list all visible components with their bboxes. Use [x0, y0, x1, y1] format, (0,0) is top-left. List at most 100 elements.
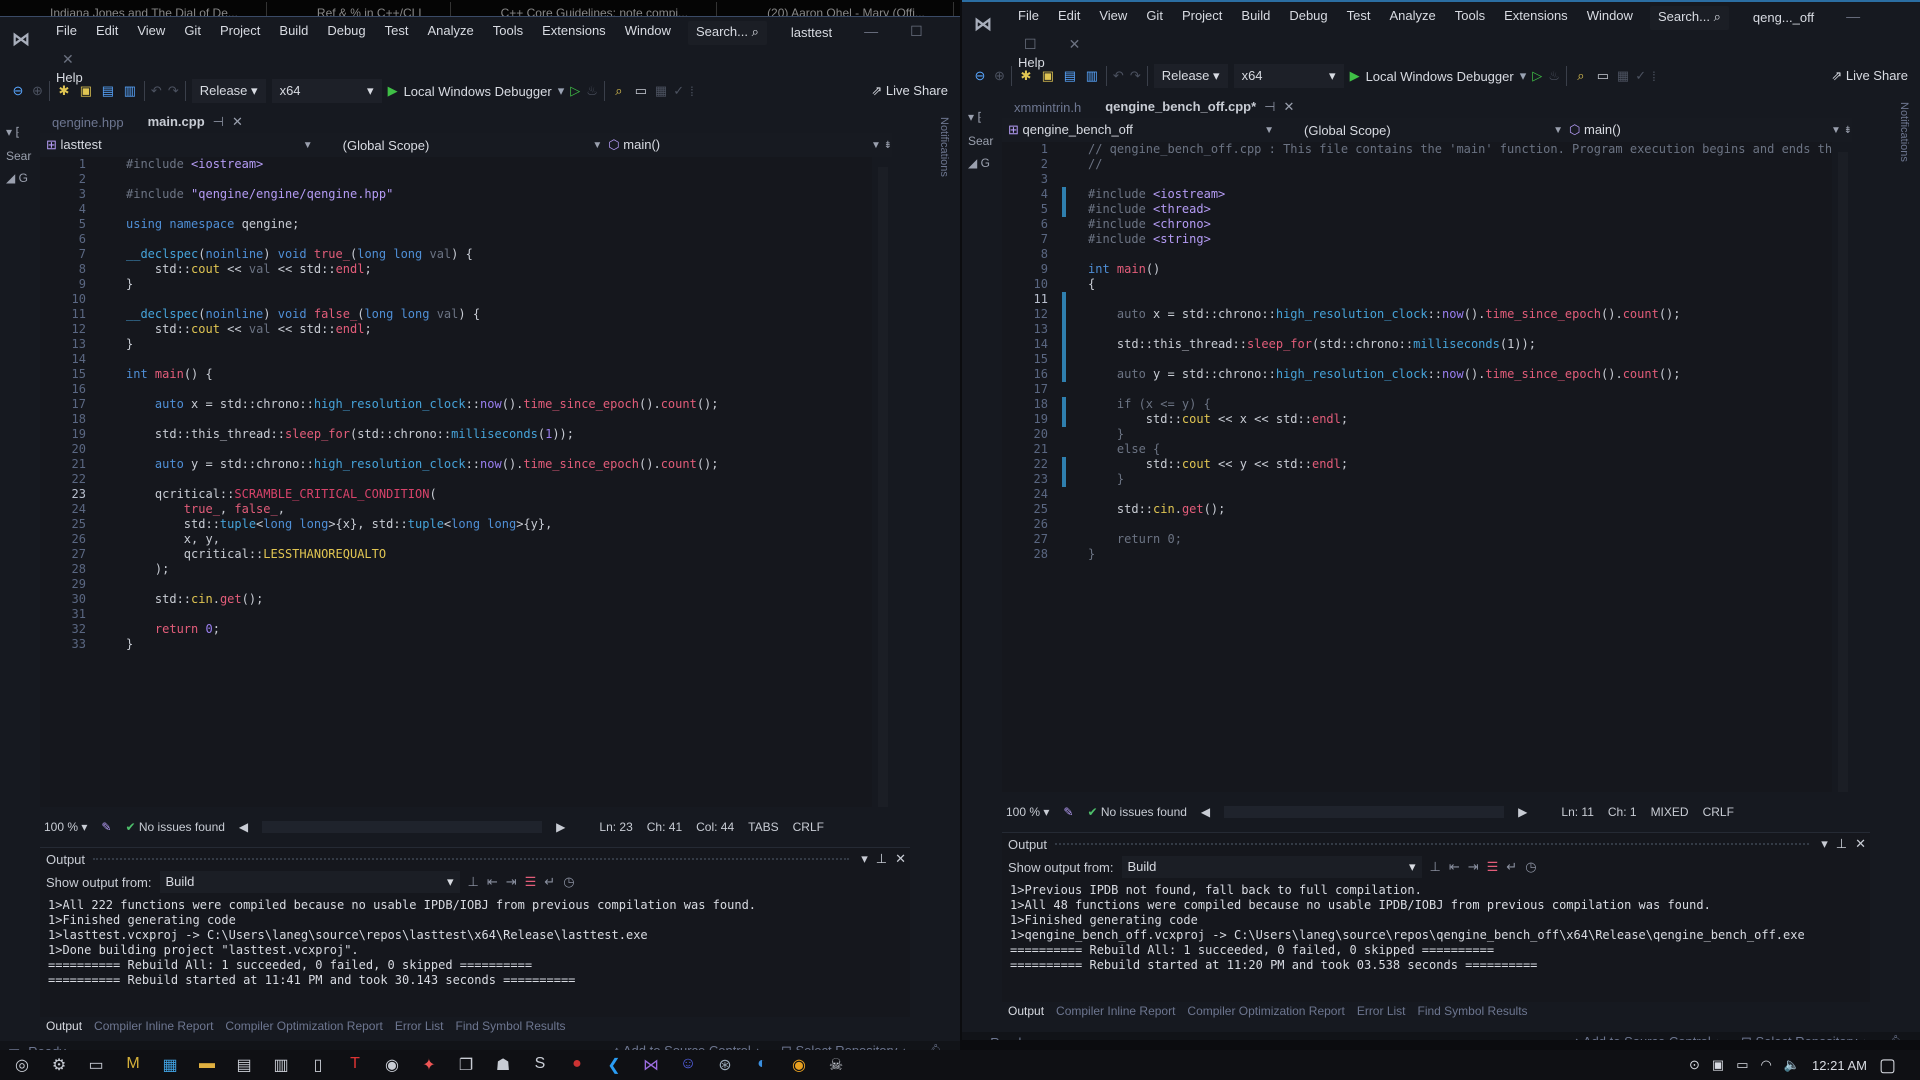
menu-window[interactable]: Window: [615, 17, 680, 43]
browser-tab[interactable]: Indiana Jones and The Dial of De...: [0, 2, 267, 16]
app-icon[interactable]: ◉: [380, 1055, 404, 1075]
tab-find-symbol-results[interactable]: Find Symbol Results: [456, 1019, 566, 1033]
volume-icon[interactable]: 🔈: [1784, 1057, 1800, 1073]
close-window-button[interactable]: ✕: [46, 45, 90, 68]
wifi-icon[interactable]: ◠: [1761, 1057, 1772, 1073]
chevron-down-icon[interactable]: ▾: [1817, 836, 1832, 852]
tab-compiler-inline-report[interactable]: Compiler Inline Report: [1056, 1004, 1175, 1018]
browser-tab[interactable]: C++ Core Guidelines: note compi...: [451, 2, 718, 16]
cortana-icon[interactable]: ◎: [10, 1055, 34, 1075]
menu-debug[interactable]: Debug: [317, 17, 374, 43]
app-red-icon[interactable]: ●: [565, 1055, 589, 1075]
back-icon[interactable]: ⊖: [10, 83, 26, 99]
select-repository-button[interactable]: ⊡ Select Repository ▴: [1741, 1034, 1868, 1040]
prev-message-icon[interactable]: ⇤: [1449, 859, 1460, 875]
next-message-icon[interactable]: ⇥: [506, 874, 517, 890]
notepad-icon[interactable]: ▯: [306, 1055, 330, 1075]
action-center-icon[interactable]: ▢: [1879, 1055, 1896, 1076]
battery-icon[interactable]: ▭: [1736, 1057, 1748, 1073]
calculator-icon[interactable]: ▥: [269, 1055, 293, 1075]
menu-tools[interactable]: Tools: [1445, 2, 1494, 28]
goto-icon[interactable]: ⊥: [1430, 859, 1441, 875]
menu-file[interactable]: File: [1008, 2, 1048, 28]
settings-icon[interactable]: ⚙: [47, 1055, 71, 1075]
timestamp-icon[interactable]: ◷: [1525, 859, 1536, 875]
zoom-dropdown[interactable]: 100 % ▾: [44, 820, 87, 834]
eol-indicator[interactable]: CRLF: [1703, 805, 1734, 819]
close-window-button[interactable]: ✕: [1053, 30, 1097, 53]
scope-dropdown[interactable]: (Global Scope) ▼: [313, 138, 603, 153]
app-t-icon[interactable]: T: [343, 1055, 367, 1075]
browser-tab[interactable]: (20) Aaron Ohel - Mary (Offi...: [717, 2, 954, 16]
output-source-dropdown[interactable]: Build ▾: [1121, 856, 1422, 878]
tab-output[interactable]: Output: [1008, 1004, 1044, 1018]
code-editor[interactable]: 1 // qengine_bench_off.cpp : This file co…: [1002, 142, 1832, 792]
menu-help[interactable]: Help: [1008, 53, 1920, 77]
intellicode-icon[interactable]: ✎: [1063, 805, 1073, 819]
output-text[interactable]: 1>Previous IPDB not found, fall back to …: [1002, 879, 1870, 977]
tab-error-list[interactable]: Error List: [395, 1019, 444, 1033]
output-text[interactable]: 1>All 222 functions were compiled becaus…: [40, 894, 910, 992]
pin-icon[interactable]: ⊥: [872, 851, 891, 867]
project-dropdown[interactable]: ⊞ qengine_bench_off ▼: [1002, 122, 1274, 138]
word-wrap-icon[interactable]: ↵: [1506, 859, 1517, 875]
chevron-down-icon[interactable]: ▾: [857, 851, 872, 867]
menu-edit[interactable]: Edit: [1048, 2, 1089, 28]
menu-debug[interactable]: Debug: [1279, 2, 1336, 28]
scroll-right-icon[interactable]: ▶: [556, 820, 565, 834]
menu-git[interactable]: Git: [1136, 2, 1172, 28]
editor-horizontal-scrollbar[interactable]: [262, 821, 543, 833]
tab-find-symbol-results[interactable]: Find Symbol Results: [1418, 1004, 1528, 1018]
indent-indicator[interactable]: TABS: [748, 820, 778, 834]
scroll-left-icon[interactable]: ◀: [1201, 805, 1210, 819]
terminal-icon[interactable]: ▭: [84, 1055, 108, 1075]
output-source-dropdown[interactable]: Build ▾: [159, 871, 460, 893]
word-wrap-icon[interactable]: ↵: [544, 874, 555, 890]
maximize-button[interactable]: ☐: [894, 17, 939, 40]
search-box[interactable]: Search... ⌕: [687, 21, 767, 45]
issues-indicator[interactable]: ✔ No issues found: [1087, 805, 1186, 819]
file-explorer-icon[interactable]: ▬: [195, 1055, 219, 1075]
notifications-bell-icon[interactable]: 🔔︎: [1887, 1034, 1904, 1040]
forward-icon[interactable]: ⊕: [994, 68, 1005, 84]
next-message-icon[interactable]: ⇥: [1468, 859, 1479, 875]
app-fire-icon[interactable]: ✦: [417, 1055, 441, 1075]
editor-horizontal-scrollbar[interactable]: [1224, 806, 1505, 818]
app-m-icon[interactable]: M: [121, 1055, 145, 1075]
minimize-button[interactable]: —: [848, 17, 894, 39]
notifications-tab[interactable]: Notifications: [938, 117, 950, 177]
notifications-tab[interactable]: Notifications: [1898, 102, 1910, 162]
line-indicator[interactable]: Ln: 11: [1561, 805, 1593, 819]
clear-all-icon[interactable]: ☰: [525, 874, 537, 890]
menu-view[interactable]: View: [127, 17, 174, 43]
monitor-icon[interactable]: ▤: [232, 1055, 256, 1075]
close-tab-icon[interactable]: ✕: [1283, 99, 1294, 114]
member-dropdown[interactable]: ⬡ main() ▼ ⇟: [1563, 122, 1852, 138]
solution-explorer-collapsed[interactable]: ▾ ⁅ Sear ◢ G: [6, 125, 36, 185]
visual-studio-icon[interactable]: ⋈: [639, 1055, 663, 1075]
menu-edit[interactable]: Edit: [86, 17, 127, 43]
menu-test[interactable]: Test: [375, 17, 418, 43]
menu-file[interactable]: File: [46, 17, 86, 43]
close-icon[interactable]: ✕: [1851, 836, 1870, 852]
tab-main-cpp[interactable]: main.cpp ⊣ ✕: [136, 111, 255, 133]
solution-explorer-collapsed[interactable]: ▾ ⁅ Sear ◢ G: [968, 110, 998, 170]
indent-indicator[interactable]: MIXED: [1651, 805, 1689, 819]
menu-test[interactable]: Test: [1337, 2, 1380, 28]
tab-qengine-hpp[interactable]: qengine.hpp: [40, 112, 136, 133]
menu-analyze[interactable]: Analyze: [417, 17, 482, 43]
pin-icon[interactable]: ⊥: [1832, 836, 1851, 852]
pin-icon[interactable]: ▾ ⁅: [968, 110, 998, 124]
browser-tab[interactable]: Ref & % in C++/CLI: [267, 2, 451, 16]
menu-view[interactable]: View: [1089, 2, 1136, 28]
discord-icon[interactable]: ☺: [676, 1055, 700, 1075]
menu-build[interactable]: Build: [269, 17, 317, 43]
close-icon[interactable]: ✕: [891, 851, 910, 867]
eol-indicator[interactable]: CRLF: [793, 820, 824, 834]
pin-icon[interactable]: ▾ ⁅: [6, 125, 36, 139]
goto-icon[interactable]: ⊥: [468, 874, 479, 890]
timestamp-icon[interactable]: ◷: [563, 874, 574, 890]
code-editor[interactable]: 1 #include <iostream> 2 3 #include "qengine/…: [40, 157, 872, 807]
scroll-left-icon[interactable]: ◀: [239, 820, 248, 834]
menu-extensions[interactable]: Extensions: [532, 17, 615, 43]
